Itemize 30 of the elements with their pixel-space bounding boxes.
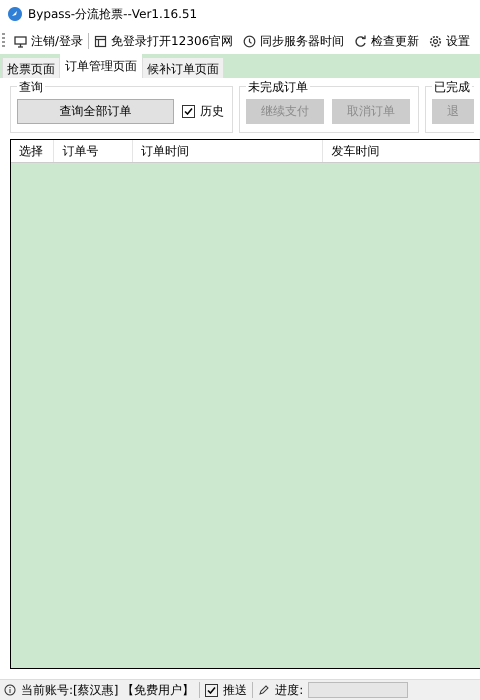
checkbox-label: 历史	[200, 103, 224, 120]
column-header: 选择	[11, 140, 54, 162]
column-header: 订单时间	[132, 140, 324, 162]
checkbox[interactable]	[205, 684, 218, 696]
window-icon	[94, 34, 108, 48]
info-icon	[4, 684, 16, 696]
monitor-icon	[14, 34, 27, 48]
account-label: 当前账号:[蔡汉惠] 【免费用户】	[21, 682, 194, 698]
clock-icon	[243, 34, 256, 48]
column-header: 订单号	[54, 140, 133, 162]
toolbar-button[interactable]: 检查更新	[349, 32, 424, 50]
tab[interactable]: 抢票页面	[2, 57, 60, 78]
toolbar-button[interactable]: 同步服务器时间	[238, 32, 350, 50]
checkbox[interactable]	[182, 105, 195, 118]
column-header: 发车时间	[323, 140, 480, 162]
pencil-icon	[258, 684, 270, 696]
app-logo-icon	[8, 7, 22, 21]
tab[interactable]: 候补订单页面	[142, 57, 224, 78]
settings-icon	[429, 34, 442, 48]
button[interactable]: 查询全部订单	[17, 99, 174, 124]
toolbar-button[interactable]: 注销/登录	[9, 32, 88, 50]
checkbox-label: 推送	[223, 682, 248, 698]
tab[interactable]: 订单管理页面	[60, 54, 142, 78]
group-title: 未完成订单	[246, 79, 310, 96]
toolbar-grip	[2, 33, 5, 49]
refresh-icon	[354, 34, 368, 48]
toolbar-button[interactable]: 免登录打开12306官网	[89, 32, 238, 50]
window-title: Bypass-分流抢票--Ver1.16.51	[28, 6, 198, 22]
progress-label: 进度:	[275, 682, 304, 698]
toolbar-button[interactable]: 设置	[424, 32, 476, 50]
